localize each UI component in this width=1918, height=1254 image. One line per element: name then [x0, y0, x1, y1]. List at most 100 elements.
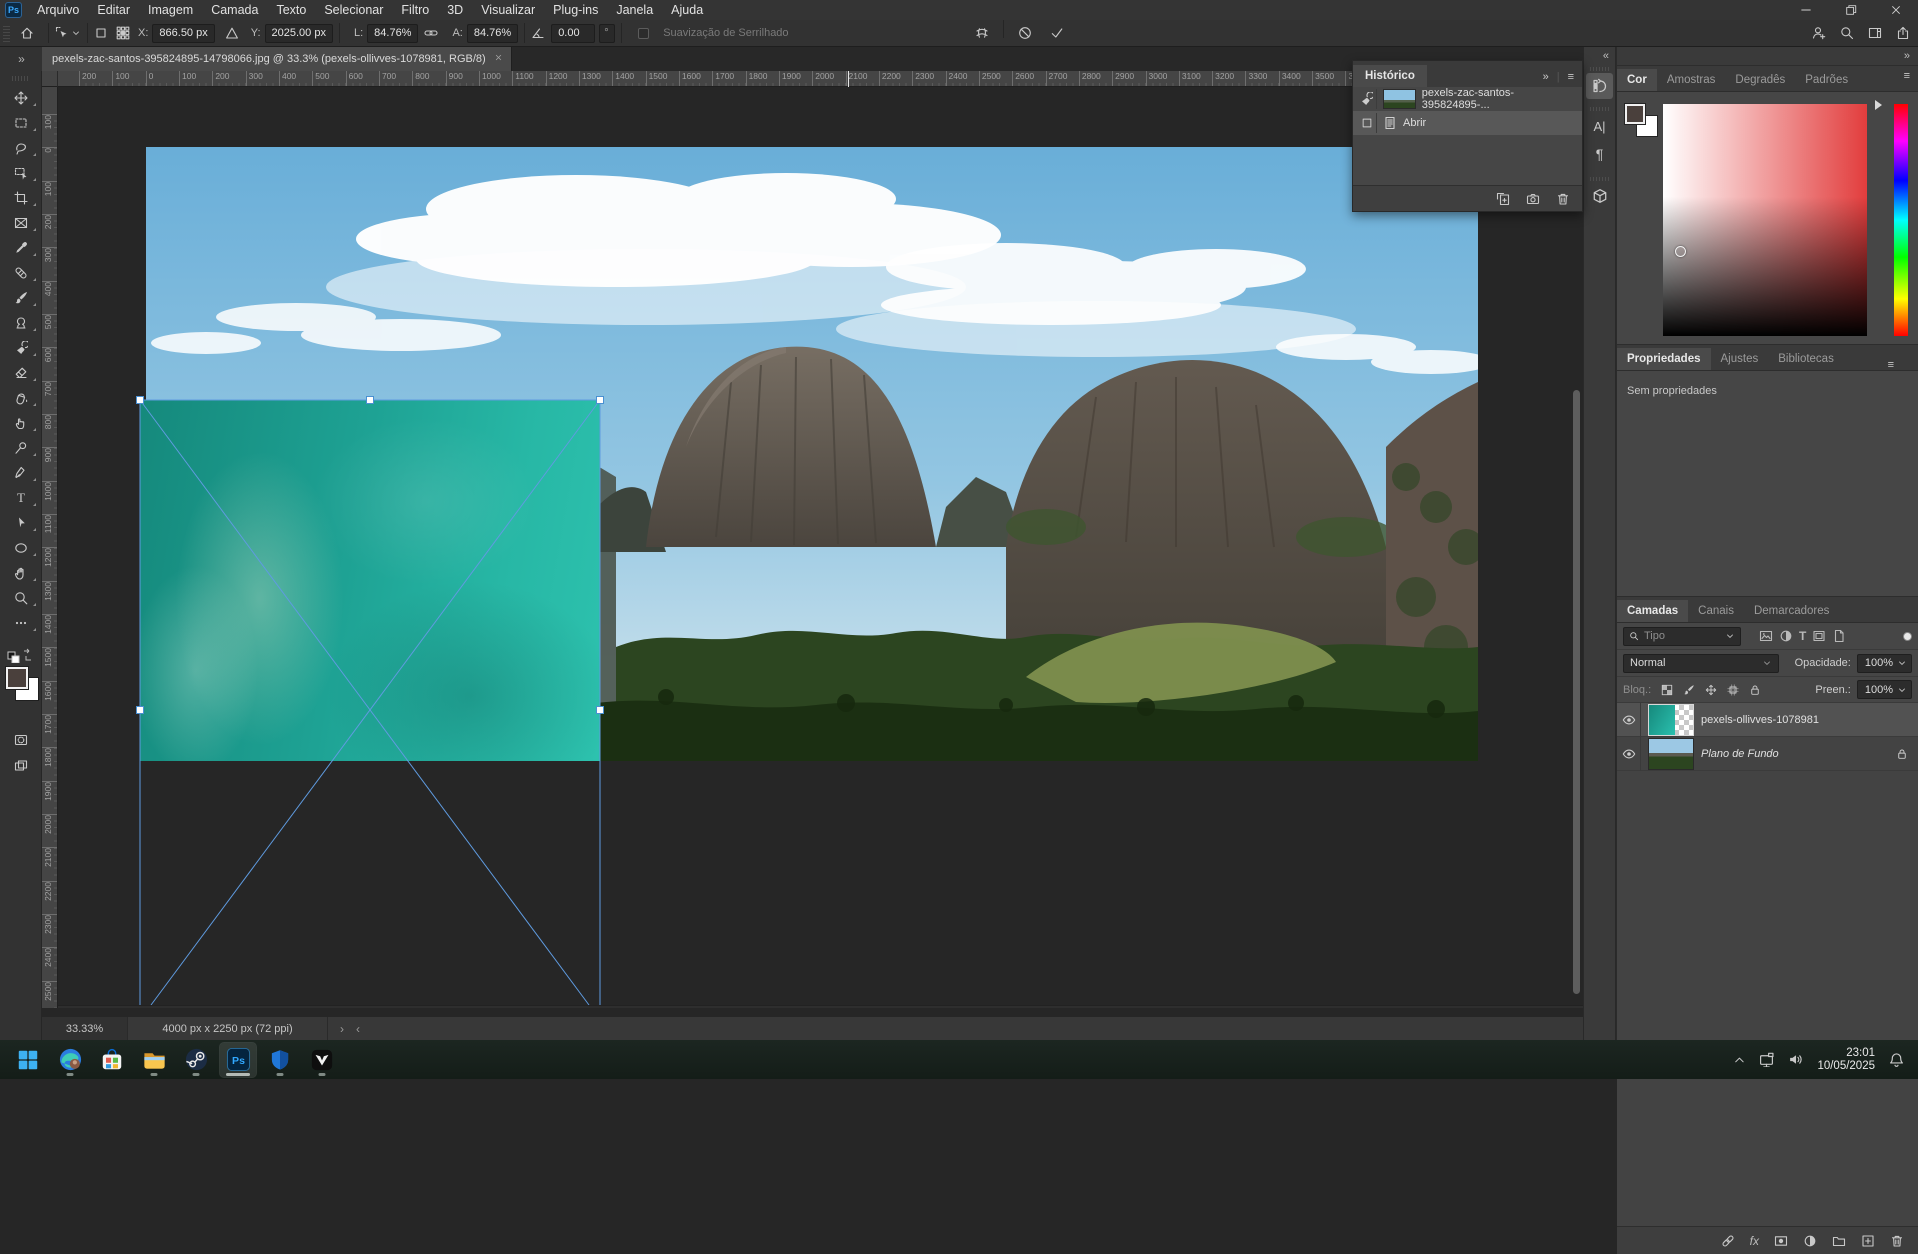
tab-amostras[interactable]: Amostras	[1657, 69, 1726, 91]
tab-ajustes[interactable]: Ajustes	[1711, 348, 1769, 370]
character-panel-button[interactable]: A|	[1586, 113, 1613, 139]
object-selection-tool[interactable]	[0, 160, 42, 185]
ellipse-tool[interactable]	[0, 535, 42, 560]
smudge-tool[interactable]	[0, 410, 42, 435]
crop-tool[interactable]	[0, 185, 42, 210]
menu-imagem[interactable]: Imagem	[139, 0, 202, 20]
menu-ajuda[interactable]: Ajuda	[662, 0, 712, 20]
height-input[interactable]: 84.76%	[467, 24, 518, 43]
tray-chevron-up-icon[interactable]	[1732, 1053, 1745, 1066]
layer-row[interactable]: Plano de Fundo	[1617, 737, 1918, 771]
blend-mode-select[interactable]: Normal	[1623, 654, 1779, 673]
filter-smart-objects-icon[interactable]	[1832, 629, 1846, 643]
new-document-from-state-icon[interactable]	[1496, 192, 1510, 206]
layer-thumbnail[interactable]	[1649, 739, 1693, 769]
properties-panel-menu-icon[interactable]: ≡	[1888, 359, 1894, 371]
filter-toggle-button[interactable]	[1903, 632, 1912, 641]
taskbar-v-app[interactable]	[304, 1043, 340, 1077]
tab-canais[interactable]: Canais	[1688, 600, 1744, 622]
horizontal-scrollbar[interactable]	[58, 1005, 1583, 1008]
transformed-water-layer[interactable]	[140, 400, 600, 761]
hue-slider[interactable]	[1894, 104, 1908, 336]
layer-style-fx-icon[interactable]: fx	[1750, 1234, 1759, 1248]
pen-tool[interactable]	[0, 460, 42, 485]
dodge-tool[interactable]	[0, 435, 42, 460]
3d-panel-button[interactable]	[1586, 183, 1613, 209]
frame-tool[interactable]	[0, 210, 42, 235]
share-icon[interactable]	[1896, 26, 1910, 40]
vertical-scrollbar-thumb[interactable]	[1573, 390, 1580, 994]
spot-healing-brush-tool[interactable]	[0, 260, 42, 285]
toolbar-collapse-button[interactable]: »	[0, 47, 42, 71]
opacity-input[interactable]: 100%	[1857, 654, 1912, 673]
status-chevron-right-icon[interactable]: ›	[340, 1022, 344, 1036]
document-tab[interactable]: pexels-zac-santos-395824895-14798066.jpg…	[42, 47, 512, 71]
menu-arquivo[interactable]: Arquivo	[28, 0, 88, 20]
relative-position-icon[interactable]	[225, 26, 239, 40]
taskbar-photoshop[interactable]: Ps	[220, 1043, 256, 1077]
add-layer-mask-icon[interactable]	[1774, 1234, 1788, 1248]
lock-all-icon[interactable]	[1749, 684, 1761, 696]
taskbar-clock[interactable]: 23:01 10/05/2025	[1817, 1047, 1875, 1073]
filter-pixel-layers-icon[interactable]	[1759, 629, 1773, 643]
document-close-icon[interactable]	[494, 53, 503, 65]
paint-bucket-tool[interactable]	[0, 385, 42, 410]
rectangular-marquee-tool[interactable]	[0, 110, 42, 135]
tab-degrad-s[interactable]: Degradês	[1725, 69, 1795, 91]
filter-type-layers-icon[interactable]: T	[1799, 629, 1806, 643]
reference-point-toggle[interactable]	[94, 26, 108, 40]
paragraph-panel-button[interactable]: ¶	[1586, 141, 1613, 167]
angle-input[interactable]: 0.00	[551, 24, 595, 43]
color-picker-indicator[interactable]	[1675, 246, 1686, 257]
link-layers-icon[interactable]	[1721, 1234, 1735, 1248]
zoom-tool[interactable]	[0, 585, 42, 610]
delete-state-icon[interactable]	[1556, 192, 1570, 206]
layer-visibility-eye-icon[interactable]	[1617, 703, 1641, 737]
layer-visibility-eye-icon[interactable]	[1617, 737, 1641, 771]
lasso-tool[interactable]	[0, 135, 42, 160]
vertical-scrollbar[interactable]	[1572, 87, 1582, 1005]
notifications-bell-icon[interactable]	[1889, 1052, 1904, 1067]
screen-mode-button[interactable]	[0, 753, 42, 779]
menu-visualizar[interactable]: Visualizar	[472, 0, 544, 20]
ruler-vertical[interactable]: 1000100200300400500600700800900100011001…	[42, 87, 58, 1008]
status-chevron-left-icon[interactable]: ‹	[356, 1022, 360, 1036]
network-icon[interactable]	[1759, 1052, 1774, 1067]
menu-plug-ins[interactable]: Plug-ins	[544, 0, 607, 20]
new-layer-icon[interactable]	[1861, 1234, 1875, 1248]
eraser-tool[interactable]	[0, 360, 42, 385]
warp-mode-button[interactable]	[975, 26, 989, 40]
default-swap-colors-widget[interactable]	[6, 647, 36, 663]
panel-menu-icon[interactable]: ≡	[1568, 71, 1574, 83]
filter-shape-layers-icon[interactable]	[1812, 629, 1826, 643]
cancel-transform-button[interactable]	[1018, 26, 1032, 40]
lock-transparency-icon[interactable]	[1661, 684, 1673, 696]
workspace-switcher-icon[interactable]	[1868, 26, 1882, 40]
menu-texto[interactable]: Texto	[267, 0, 315, 20]
reference-point-locator[interactable]	[116, 26, 130, 40]
fill-input[interactable]: 100%	[1857, 680, 1912, 699]
layer-row[interactable]: pexels-ollivves-1078981	[1617, 703, 1918, 737]
menu-filtro[interactable]: Filtro	[392, 0, 438, 20]
foreground-color-swatch[interactable]	[1625, 104, 1645, 124]
foreground-color-swatch[interactable]	[6, 667, 28, 689]
taskbar-windows-security[interactable]	[262, 1043, 298, 1077]
restore-button[interactable]	[1828, 0, 1873, 20]
lock-position-icon[interactable]	[1705, 684, 1717, 696]
minimize-button[interactable]	[1783, 0, 1828, 20]
color-panel-menu-icon[interactable]: ≡	[1904, 70, 1910, 82]
move-tool[interactable]	[0, 85, 42, 110]
hue-slider-indicator[interactable]	[1875, 100, 1882, 110]
expand-panels-icon[interactable]: «	[1584, 47, 1615, 65]
commit-transform-button[interactable]	[1050, 26, 1064, 40]
eyedropper-tool[interactable]	[0, 235, 42, 260]
menu-editar[interactable]: Editar	[88, 0, 139, 20]
ruler-corner[interactable]	[42, 71, 58, 87]
history-tab[interactable]: Histórico	[1353, 65, 1427, 87]
taskbar-file-explorer[interactable]	[136, 1043, 172, 1077]
home-button[interactable]	[20, 26, 34, 40]
y-input[interactable]: 2025.00 px	[265, 24, 333, 43]
hand-tool[interactable]	[0, 560, 42, 585]
new-snapshot-icon[interactable]	[1526, 192, 1540, 206]
tool-preset-chevron-icon[interactable]	[71, 28, 81, 38]
